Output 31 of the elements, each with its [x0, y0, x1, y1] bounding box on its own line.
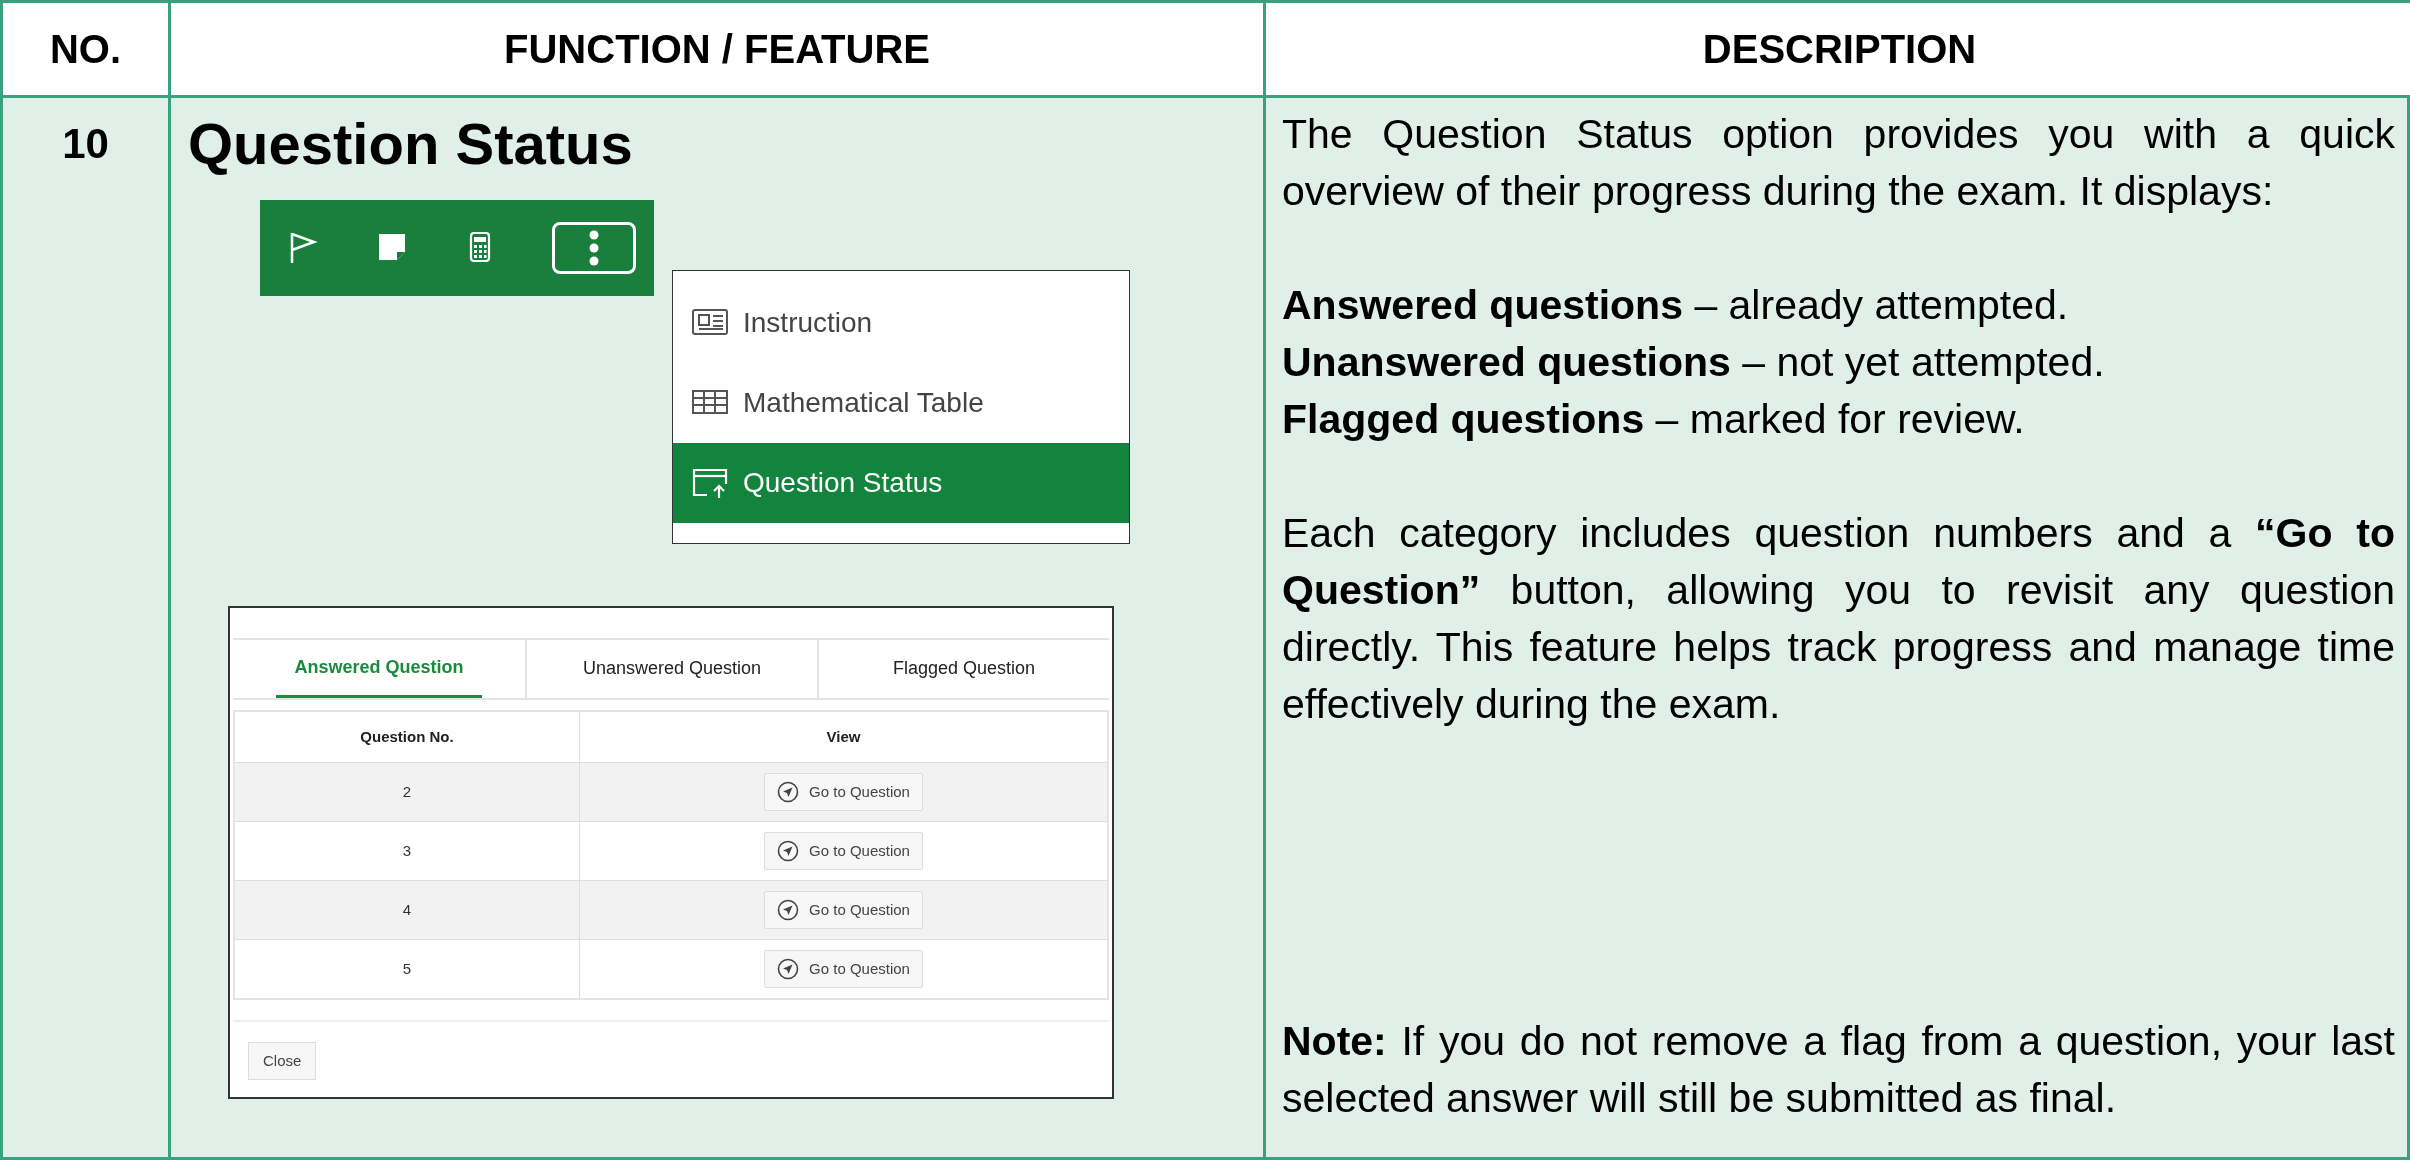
column-header: NO.	[49, 26, 122, 73]
table-cell-text: 3	[402, 840, 412, 861]
description-text: Answered questions – already attempted.	[1282, 281, 2070, 330]
row-number: 10	[62, 119, 109, 169]
go-to-question-button[interactable]: Go to Question	[764, 831, 923, 870]
table-cell-text: 2	[402, 781, 412, 802]
column-header: View	[826, 726, 861, 747]
tab[interactable]: Answered Question	[276, 639, 482, 698]
column-header: FUNCTION / FEATURE	[504, 26, 930, 73]
close-button[interactable]: Close	[248, 1041, 317, 1080]
description-text: Flagged questions – marked for review.	[1282, 395, 2026, 444]
go-to-question-button[interactable]: Go to Question	[764, 949, 923, 988]
go-to-question-button[interactable]: Go to Question	[764, 772, 923, 811]
menu-item[interactable]: Instruction	[673, 282, 1129, 363]
menu-item[interactable]: Question Status	[673, 442, 1129, 523]
table-cell-text: 4	[402, 899, 412, 920]
table-cell-text: 5	[402, 958, 412, 979]
kebab-icon	[589, 229, 599, 266]
window-arrow-icon	[691, 466, 729, 499]
column-header: Question No.	[360, 726, 454, 747]
menu-item[interactable]: Mathematical Table	[673, 362, 1129, 443]
feature-title: Question Status	[188, 112, 634, 176]
description-text: The Question Status option provides you with a quick overview of their progress during the exam. It displays:	[1282, 110, 2395, 216]
tab[interactable]: Flagged Question	[874, 639, 1054, 698]
go-to-question-button[interactable]: Go to Question	[764, 890, 923, 929]
note-text: Note: If you do not remove a flag from a question, your last selected answer will still be submitted as final.	[1282, 1017, 2395, 1123]
description-text: Each category includes question numbers and a “Go to Question” button, allowing you to revisit any question directly. This feature helps track progress and manage time effectively during the exam.	[1282, 509, 2395, 729]
tab[interactable]: Unanswered Question	[564, 639, 780, 698]
column-header: DESCRIPTION	[1702, 26, 1977, 73]
more-button[interactable]	[552, 221, 636, 274]
description-text: Unanswered questions – not yet attempted.	[1282, 338, 2106, 387]
